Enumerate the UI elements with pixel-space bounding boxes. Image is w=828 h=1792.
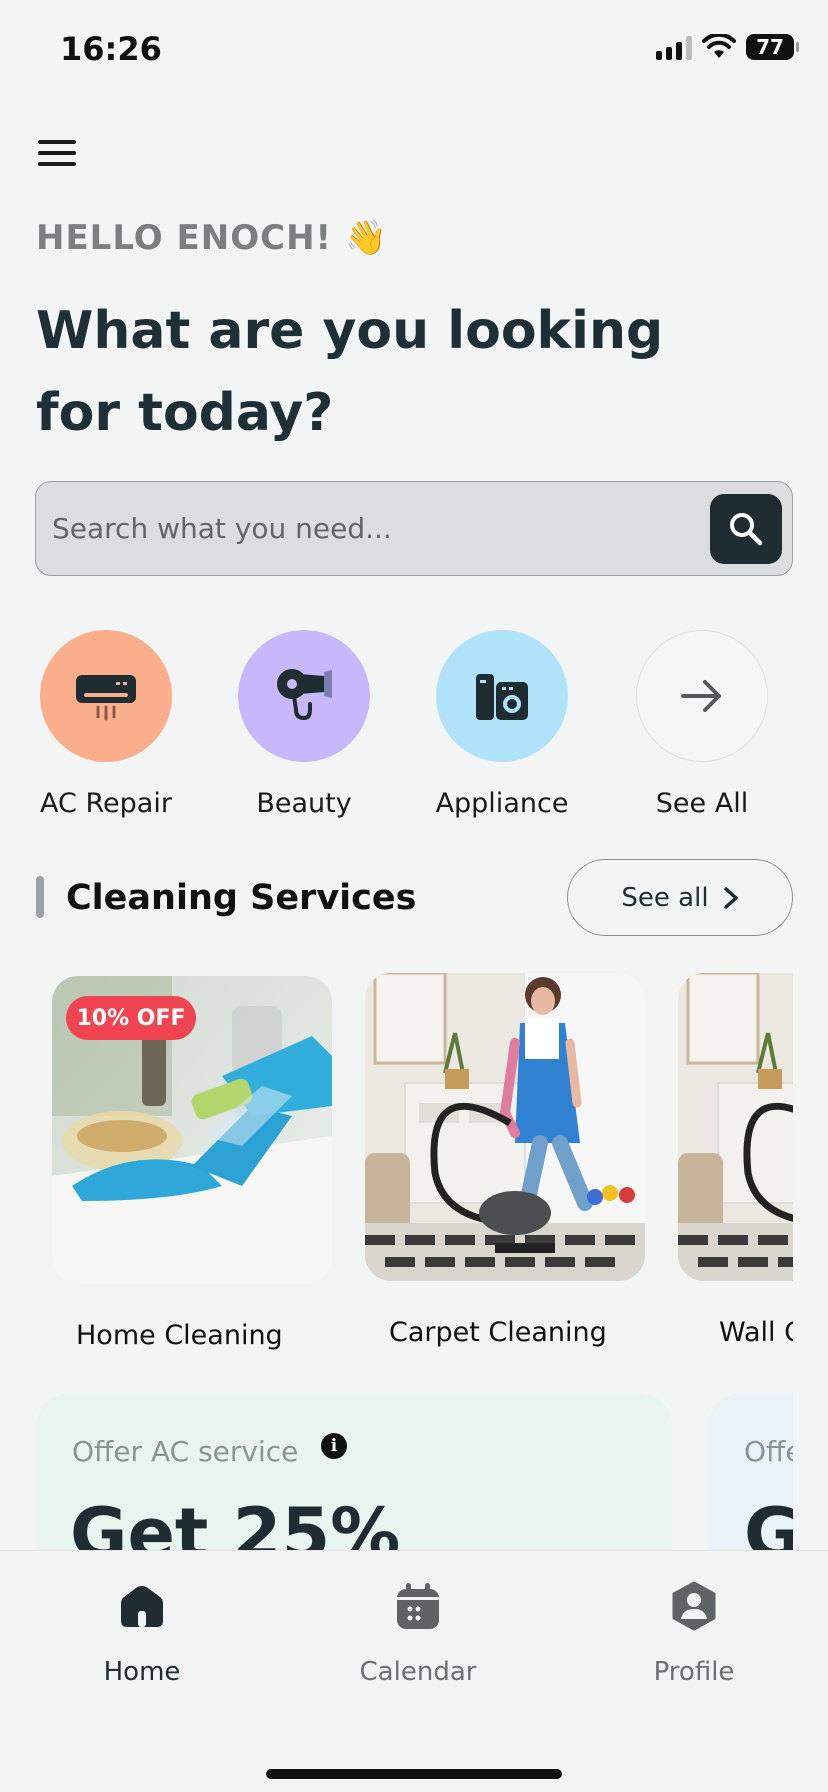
info-icon[interactable]: i [321,1433,347,1459]
category-ac-repair-circle [40,630,172,762]
category-see-all[interactable]: See All [632,630,772,819]
section-title: Cleaning Services [66,878,417,918]
greeting-text: HELLO ENOCH! 👋 [36,218,389,258]
service-card-wall-cleaning[interactable] [678,973,793,1281]
category-label: AC Repair [40,788,172,819]
service-card-label: Home Cleaning [76,1320,283,1351]
battery-icon: 77 [746,34,799,60]
tab-label: Calendar [359,1657,477,1687]
category-appliance[interactable]: Appliance [432,630,572,819]
category-label: Beauty [256,788,352,819]
category-label: Appliance [435,788,569,819]
battery-level: 77 [756,35,784,59]
hair-dryer-icon [277,669,332,721]
page-headline: What are you looking for today? [36,301,664,443]
discount-badge: 10% OFF [66,996,196,1040]
tab-home[interactable]: Home [52,1581,232,1687]
status-bar: 16:26 77 [0,0,828,100]
air-conditioner-icon [76,675,136,721]
service-card-label: Wall Cleaning [719,1317,793,1348]
calendar-icon [397,1583,439,1629]
chevron-right-icon [723,886,738,909]
profile-icon [672,1581,716,1631]
category-ac-repair[interactable]: AC Repair [36,630,176,819]
search-bar [35,481,793,576]
section-accent-bar [36,876,44,918]
offer-label: Offer [744,1435,793,1468]
service-card-carpet-cleaning[interactable] [365,973,645,1281]
see-all-label: See all [621,882,709,913]
status-icons: 77 [656,34,799,60]
search-icon [730,513,763,546]
offer-label: Offer AC service [72,1435,299,1468]
status-time: 16:26 [60,30,162,68]
wifi-icon [702,34,736,58]
home-icon [121,1586,163,1627]
hamburger-menu-icon[interactable] [38,140,76,166]
wall-cleaning-image [678,973,793,1281]
washing-machine-icon [476,674,528,720]
home-indicator [266,1769,562,1779]
category-beauty[interactable]: Beauty [234,630,374,819]
bottom-tab-bar: Home Calendar Profile [0,1550,828,1792]
category-label: See All [655,788,749,819]
cellular-signal-icon [656,34,692,60]
tab-label: Profile [653,1657,735,1687]
search-button[interactable] [710,494,782,564]
carpet-cleaning-image [365,973,645,1281]
tab-label: Home [103,1657,181,1687]
search-input[interactable] [52,502,702,554]
tab-profile[interactable]: Profile [604,1581,784,1687]
tab-calendar[interactable]: Calendar [328,1581,508,1687]
see-all-button[interactable]: See all [567,859,793,936]
category-appliance-circle [436,630,568,762]
arrow-right-icon [681,680,721,712]
category-beauty-circle [238,630,370,762]
category-see-all-circle [636,630,768,762]
service-card-label: Carpet Cleaning [389,1317,607,1348]
